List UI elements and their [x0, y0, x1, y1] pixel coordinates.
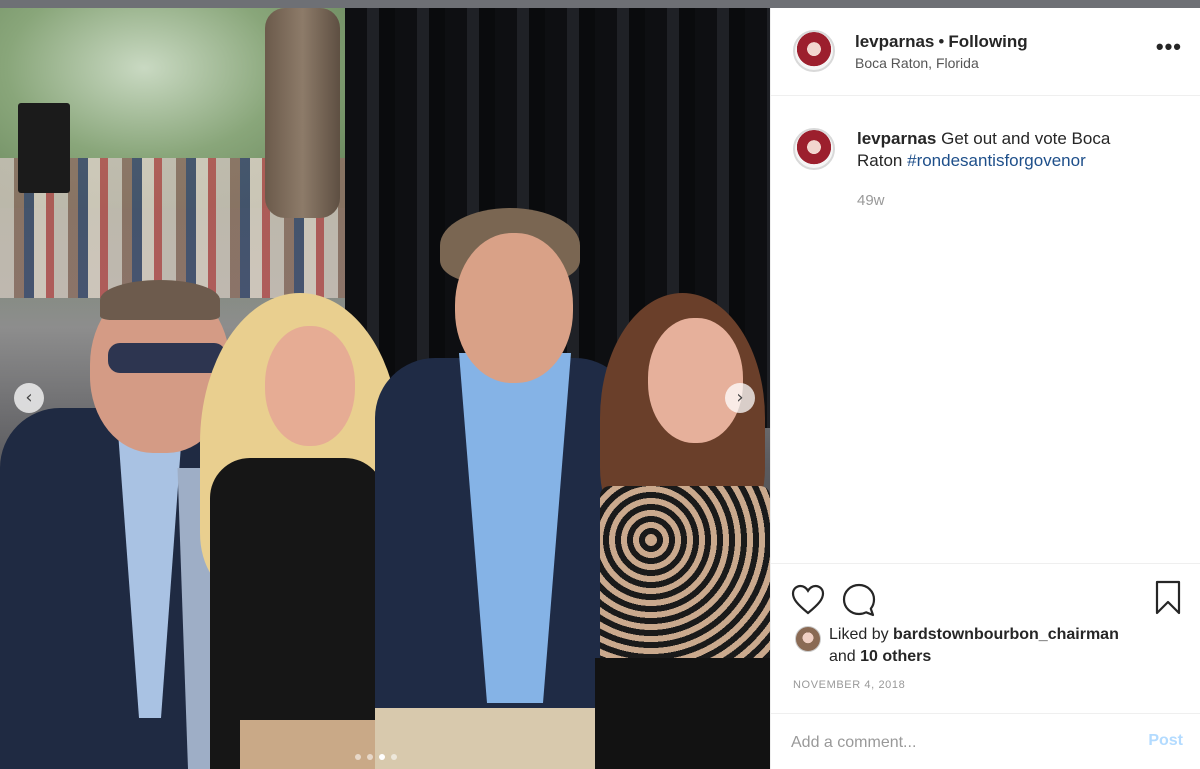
other-likes-link[interactable]: 10 others [860, 648, 931, 665]
following-button[interactable]: Following [948, 32, 1027, 51]
photo-speaker [18, 103, 70, 193]
author-line: levparnas • Following [855, 32, 1028, 52]
separator-dot: • [938, 32, 945, 51]
carousel-dot [355, 754, 361, 760]
person-4-lace-top [600, 486, 770, 666]
post-age[interactable]: 49w [857, 192, 885, 209]
carousel-dot [379, 754, 385, 760]
carousel-next-button[interactable]: › [725, 383, 755, 413]
more-options-icon[interactable]: ••• [1156, 34, 1182, 60]
carousel-indicator [355, 754, 397, 760]
post-header: levparnas • Following Boca Raton, Florida … [771, 8, 1200, 96]
liker-username-link[interactable]: bardstownbourbon_chairman [893, 626, 1119, 643]
caption-text: levparnas Get out and vote Boca Raton #r… [857, 128, 1157, 172]
person-3-head [455, 233, 573, 383]
liked-by-prefix: Liked by [829, 626, 889, 643]
post-date: NOVEMBER 4, 2018 [793, 679, 906, 691]
post-photo[interactable]: ‹ › [0, 8, 770, 769]
photo-tree-trunk [265, 8, 340, 218]
actions-area: Liked by bardstownbourbon_chairman and 1… [771, 563, 1200, 713]
author-username-link[interactable]: levparnas [855, 32, 934, 51]
bookmark-icon[interactable] [1153, 580, 1183, 616]
person-3-pants [375, 708, 600, 769]
person-4-head [648, 318, 743, 443]
carousel-prev-button[interactable]: ‹ [14, 383, 44, 413]
author-avatar[interactable] [793, 30, 835, 72]
liker-avatar[interactable] [795, 626, 821, 652]
chevron-right-icon: › [736, 387, 744, 408]
person-1-sunglasses [108, 343, 226, 373]
heart-icon[interactable] [791, 584, 825, 616]
carousel-dot [367, 754, 373, 760]
comment-input[interactable] [791, 730, 1111, 756]
window-top-strip [0, 0, 1200, 8]
person-1-hair [100, 280, 220, 320]
person-4-skirt [595, 658, 770, 769]
comment-row: Post [771, 713, 1200, 769]
carousel-dot [391, 754, 397, 760]
person-2-pants [240, 720, 375, 769]
likes-and: and [829, 648, 856, 665]
caption-username-link[interactable]: levparnas [857, 129, 936, 148]
chevron-left-icon: ‹ [25, 387, 33, 408]
likes-summary: Liked by bardstownbourbon_chairman and 1… [829, 624, 1179, 668]
comment-icon[interactable] [841, 582, 877, 618]
post-comment-button[interactable]: Post [1148, 732, 1183, 750]
caption-author-avatar[interactable] [793, 128, 835, 170]
hashtag-link[interactable]: #rondesantisforgovenor [907, 151, 1086, 170]
post-side-panel: levparnas • Following Boca Raton, Florida … [770, 8, 1200, 769]
location-link[interactable]: Boca Raton, Florida [855, 55, 979, 71]
person-2-head [265, 326, 355, 446]
